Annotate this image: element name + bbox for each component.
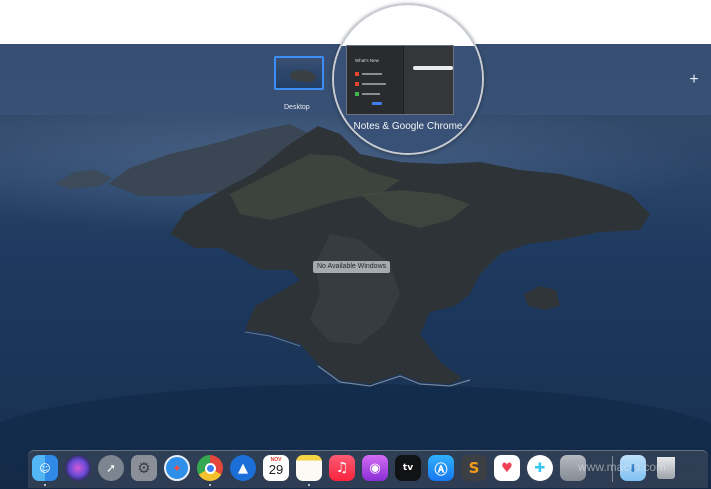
- chrome-search-bar: [413, 66, 453, 70]
- finder-running-indicator: [44, 484, 46, 486]
- compass-icon[interactable]: ▲: [230, 455, 256, 481]
- music-icon[interactable]: ♫: [329, 455, 355, 481]
- watermark: www.macrb.com: [578, 460, 667, 474]
- notes-icon[interactable]: [296, 455, 322, 481]
- calendar-day: 29: [268, 462, 284, 477]
- feature-icon-red-2: [355, 82, 359, 86]
- desktop-space-label: Desktop: [284, 104, 310, 111]
- magnifier-top-area: [334, 5, 482, 46]
- finder-icon[interactable]: ☺: [32, 455, 58, 481]
- notes-running-indicator: [308, 484, 310, 486]
- feature-icon-red: [355, 72, 359, 76]
- feature-icon-green: [355, 92, 359, 96]
- feature-line: [362, 73, 382, 75]
- thumbnail-island: [290, 70, 316, 82]
- pocket-icon[interactable]: ♥: [494, 455, 520, 481]
- notes-chrome-space-label: Notes & Google Chrome: [353, 121, 463, 132]
- continue-button: [372, 102, 382, 105]
- desktop-space-thumbnail[interactable]: [274, 56, 324, 90]
- apple-tv-label: tv: [402, 463, 414, 473]
- magnifier-callout: What's New Notes & Google Chrome: [332, 3, 484, 155]
- no-available-windows-label: No Available Windows: [313, 261, 391, 273]
- chrome-window-pane: [404, 46, 453, 114]
- safari-icon[interactable]: ✦: [164, 455, 190, 481]
- siri-icon[interactable]: [65, 455, 91, 481]
- feature-line-3: [362, 93, 380, 95]
- app-store-icon[interactable]: Ⓐ: [428, 455, 454, 481]
- slack-icon[interactable]: ✚: [527, 455, 553, 481]
- add-space-button[interactable]: +: [686, 72, 702, 88]
- chrome-icon[interactable]: [197, 455, 223, 481]
- notes-chrome-space-thumbnail[interactable]: What's New: [346, 45, 454, 115]
- podcasts-icon[interactable]: ◉: [362, 455, 388, 481]
- system-preferences-icon[interactable]: ⚙: [131, 455, 157, 481]
- launchpad-icon[interactable]: ➚: [98, 455, 124, 481]
- whats-new-title: What's New: [355, 58, 379, 63]
- apple-tv-icon[interactable]: tv: [395, 455, 421, 481]
- sublime-text-icon[interactable]: S: [461, 455, 487, 481]
- feature-line-2: [362, 83, 386, 85]
- calendar-icon[interactable]: NOV 29: [263, 455, 289, 481]
- chrome-running-indicator: [209, 484, 211, 486]
